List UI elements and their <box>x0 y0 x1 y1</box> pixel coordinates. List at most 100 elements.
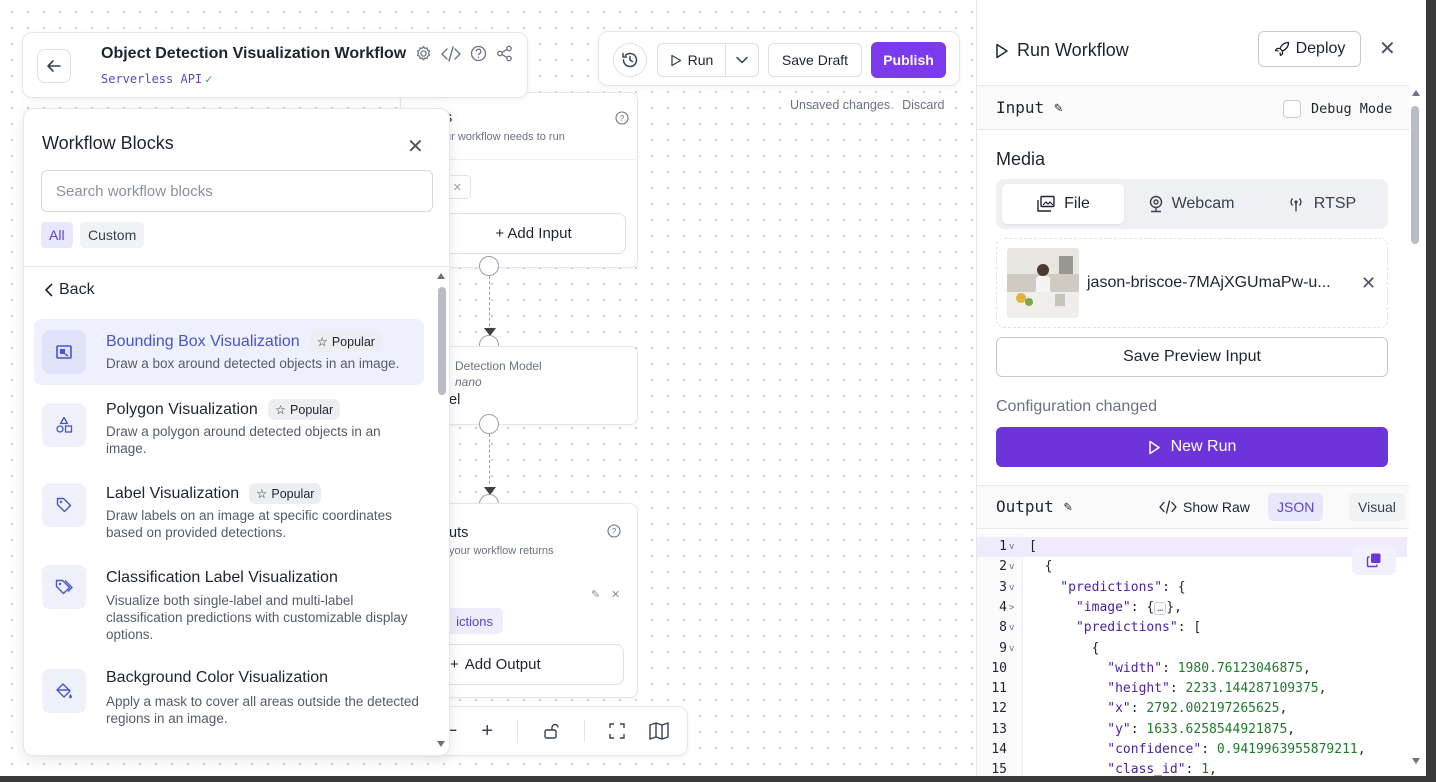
deployment-type[interactable]: Serverless API ✓ <box>101 72 212 86</box>
share-icon[interactable] <box>496 45 513 63</box>
fold-open-icon[interactable]: v <box>1009 618 1014 638</box>
code-token: [ <box>1029 539 1037 554</box>
code-token: { <box>1029 640 1100 656</box>
connector-handle[interactable] <box>479 256 499 276</box>
block-item-classification-label[interactable]: Classification Label Visualization Visua… <box>34 561 424 649</box>
output-json-viewer[interactable]: 1 v[2 v {3 v "predictions": {4 > "image": {…… <box>977 533 1407 776</box>
code-icon[interactable] <box>441 45 461 63</box>
remove-file-icon[interactable]: ✕ <box>1361 273 1376 294</box>
block-item-background-color[interactable]: Background Color Visualization Apply a m… <box>34 663 424 737</box>
tags-icon <box>42 565 86 609</box>
fold-open-icon[interactable]: v <box>1009 537 1014 557</box>
play-icon <box>1148 440 1160 454</box>
minimap-icon[interactable] <box>649 722 669 740</box>
fold-open-icon[interactable]: v <box>1009 639 1014 659</box>
help-circle-icon[interactable] <box>470 45 487 63</box>
output-chip[interactable]: ictions <box>441 608 503 634</box>
publish-button[interactable]: Publish <box>871 42 946 78</box>
discard-button[interactable]: Discard <box>902 98 944 112</box>
debug-mode-toggle[interactable]: Debug Mode <box>1283 100 1392 118</box>
edit-icon[interactable]: ✎ <box>591 588 600 601</box>
tab-rtsp[interactable]: RTSP <box>1260 184 1382 224</box>
run-panel-scroll-thumb[interactable] <box>1411 106 1419 244</box>
tab-webcam[interactable]: Webcam <box>1130 184 1252 224</box>
zoom-in-icon[interactable]: + <box>481 720 493 743</box>
scroll-up-icon[interactable] <box>1412 90 1420 96</box>
pencil-icon[interactable]: ✎ <box>1054 100 1062 116</box>
code-token: , <box>1287 721 1296 737</box>
selected-file[interactable]: jason-briscoe-7MAjXGUmaPw-u... ✕ <box>996 238 1388 328</box>
deploy-button[interactable]: Deploy <box>1258 31 1361 67</box>
copy-button[interactable] <box>1352 545 1396 575</box>
scroll-down-icon[interactable] <box>437 741 445 747</box>
json-number: 2233.144287109375 <box>1185 681 1319 697</box>
code-text: "x": 2792.002197265625, <box>1029 699 1287 719</box>
json-key: "height" <box>1029 681 1170 697</box>
workflow-title[interactable]: Object Detection Visualization Workflow <box>101 45 406 63</box>
block-item-bounding-box[interactable]: Bounding Box Visualization ☆ Popular Draw… <box>34 319 424 385</box>
app-window: s ur workflow needs to run ? ✕ + Add Inp… <box>0 0 1426 776</box>
format-visual-tab[interactable]: Visual <box>1349 493 1405 521</box>
debug-mode-checkbox[interactable] <box>1283 100 1301 118</box>
code-token: : <box>1169 681 1186 697</box>
back-button[interactable] <box>37 49 71 83</box>
svg-text:?: ? <box>612 527 617 536</box>
unlock-icon[interactable] <box>542 722 560 740</box>
tab-file[interactable]: File <box>1002 184 1124 224</box>
code-text: "predictions": [ <box>1029 618 1201 638</box>
show-raw-button[interactable]: Show Raw <box>1159 499 1250 515</box>
filter-all[interactable]: All <box>41 222 73 248</box>
run-button[interactable]: Run <box>658 44 726 76</box>
collapsed-object-icon[interactable]: … <box>1154 601 1167 615</box>
help-icon[interactable]: ? <box>607 522 621 540</box>
fold-closed-icon[interactable]: > <box>1009 598 1014 618</box>
code-text: "y": 1633.6258544921875, <box>1029 720 1295 740</box>
json-key: "image" <box>1029 599 1131 615</box>
code-token: : <box>1130 721 1147 737</box>
help-icon[interactable]: ? <box>615 109 629 127</box>
fit-view-icon[interactable] <box>609 722 625 740</box>
close-icon[interactable]: ✕ <box>1379 36 1396 61</box>
model-node-variant: nano <box>455 375 482 389</box>
close-icon[interactable]: ✕ <box>407 134 424 159</box>
media-label: Media <box>996 149 1046 169</box>
scroll-down-icon[interactable] <box>1412 758 1420 764</box>
new-run-button[interactable]: New Run <box>996 427 1388 467</box>
search-blocks-input[interactable] <box>41 170 433 212</box>
code-text: "predictions": { <box>1029 578 1185 598</box>
tag-icon <box>42 483 86 527</box>
settings-gear-icon[interactable] <box>415 45 432 63</box>
fold-open-icon[interactable]: v <box>1009 557 1014 577</box>
pencil-icon[interactable]: ✎ <box>1064 499 1072 515</box>
filter-custom[interactable]: Custom <box>80 222 145 248</box>
outputs-node-desc: your workflow returns <box>449 545 554 557</box>
fold-open-icon[interactable]: v <box>1009 578 1014 598</box>
format-json-tab[interactable]: JSON <box>1268 493 1324 521</box>
blocks-scroll-thumb[interactable] <box>438 287 446 395</box>
save-draft-button[interactable]: Save Draft <box>768 43 862 77</box>
edge-line <box>489 276 490 326</box>
webcam-icon <box>1149 195 1162 213</box>
block-description: Draw a box around detected objects in an… <box>106 356 400 371</box>
save-preview-input-button[interactable]: Save Preview Input <box>996 337 1388 377</box>
inputs-node-desc: ur workflow needs to run <box>445 131 565 143</box>
model-node-name: el <box>449 392 461 408</box>
run-panel-title: Run Workflow <box>995 40 1129 61</box>
connector-handle[interactable] <box>479 414 499 434</box>
tab-rtsp-label: RTSP <box>1313 195 1357 212</box>
block-item-label[interactable]: Label Visualization ☆ Popular Draw labels… <box>34 475 424 551</box>
block-name: Label Visualization <box>106 484 240 502</box>
add-output-button[interactable]: + Add Output <box>441 644 624 685</box>
run-options-button[interactable] <box>726 44 758 76</box>
bounding-box-icon <box>42 330 86 374</box>
remove-icon[interactable]: ✕ <box>611 588 620 601</box>
version-history-button[interactable] <box>613 43 647 77</box>
back-link[interactable]: Back <box>44 281 95 299</box>
block-item-polygon[interactable]: Polygon Visualization ☆ Popular Draw a po… <box>34 391 424 465</box>
file-thumbnail <box>1007 248 1079 318</box>
back-arrow-icon <box>47 60 61 72</box>
popular-badge: ☆ Popular <box>309 331 382 352</box>
scroll-up-icon[interactable] <box>437 273 445 279</box>
edge-line <box>489 434 490 484</box>
add-input-button[interactable]: + Add Input <box>441 213 626 254</box>
